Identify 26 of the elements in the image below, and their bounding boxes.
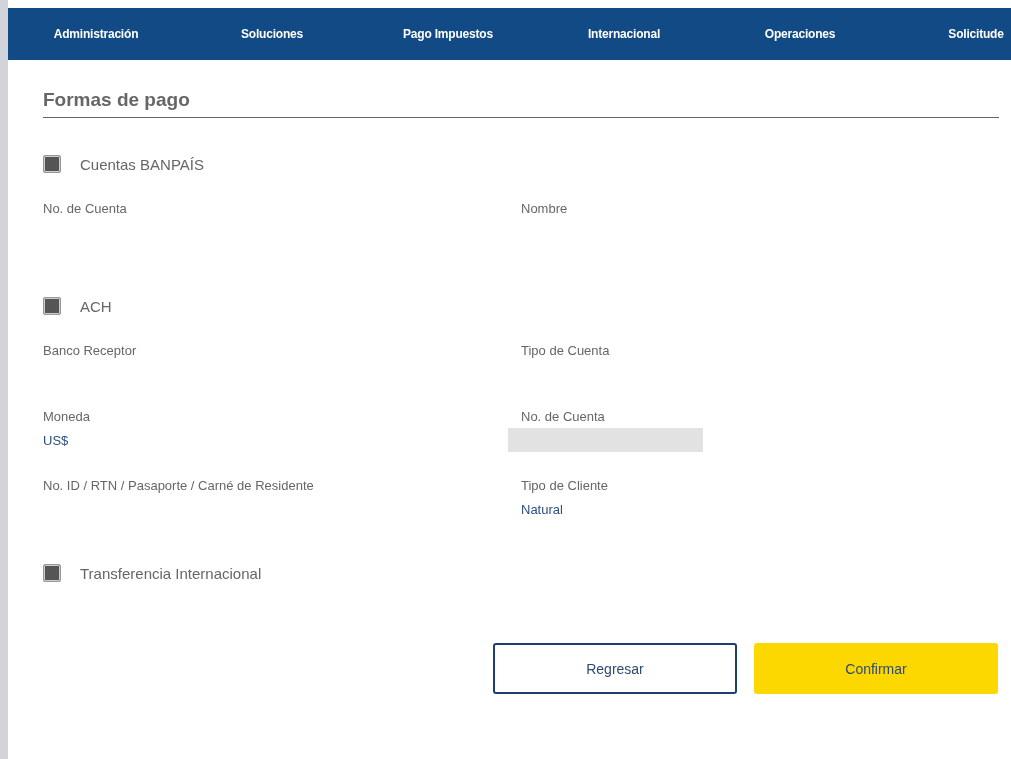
nav-link[interactable]: Administración [8,27,184,41]
back-button[interactable]: Regresar [493,643,737,694]
field-label: Banco Receptor [43,343,138,358]
nav-link[interactable]: Internacional [536,27,712,41]
section-label: Cuentas BANPAÍS [80,155,204,173]
field-label: Tipo de Cuenta [521,343,611,358]
field-value: Natural [521,502,564,517]
section-label: ACH [80,297,112,315]
field-label: No. de Cuenta [521,409,606,424]
section-label: Transferencia Internacional [80,564,262,582]
confirm-button[interactable]: Confirmar [754,643,998,694]
field-label: Tipo de Cliente [521,478,609,493]
checkbox[interactable] [43,297,61,315]
nav-link[interactable]: Operaciones [712,27,888,41]
input-field[interactable] [508,428,703,452]
nav-link[interactable]: Solicitude [888,27,1011,41]
field-value: US$ [43,433,70,448]
checkbox[interactable] [43,155,61,173]
nav-link[interactable]: Soluciones [184,27,360,41]
field-label: No. ID / RTN / Pasaporte / Carné de Residente [43,478,315,493]
nav-link[interactable]: Pago Impuestos [360,27,536,41]
field-label: Nombre [521,201,569,216]
field-label: Moneda [43,409,91,424]
field-label: No. de Cuenta [43,201,128,216]
checkbox[interactable] [43,564,61,582]
page-title: Formas de pago [43,89,190,111]
